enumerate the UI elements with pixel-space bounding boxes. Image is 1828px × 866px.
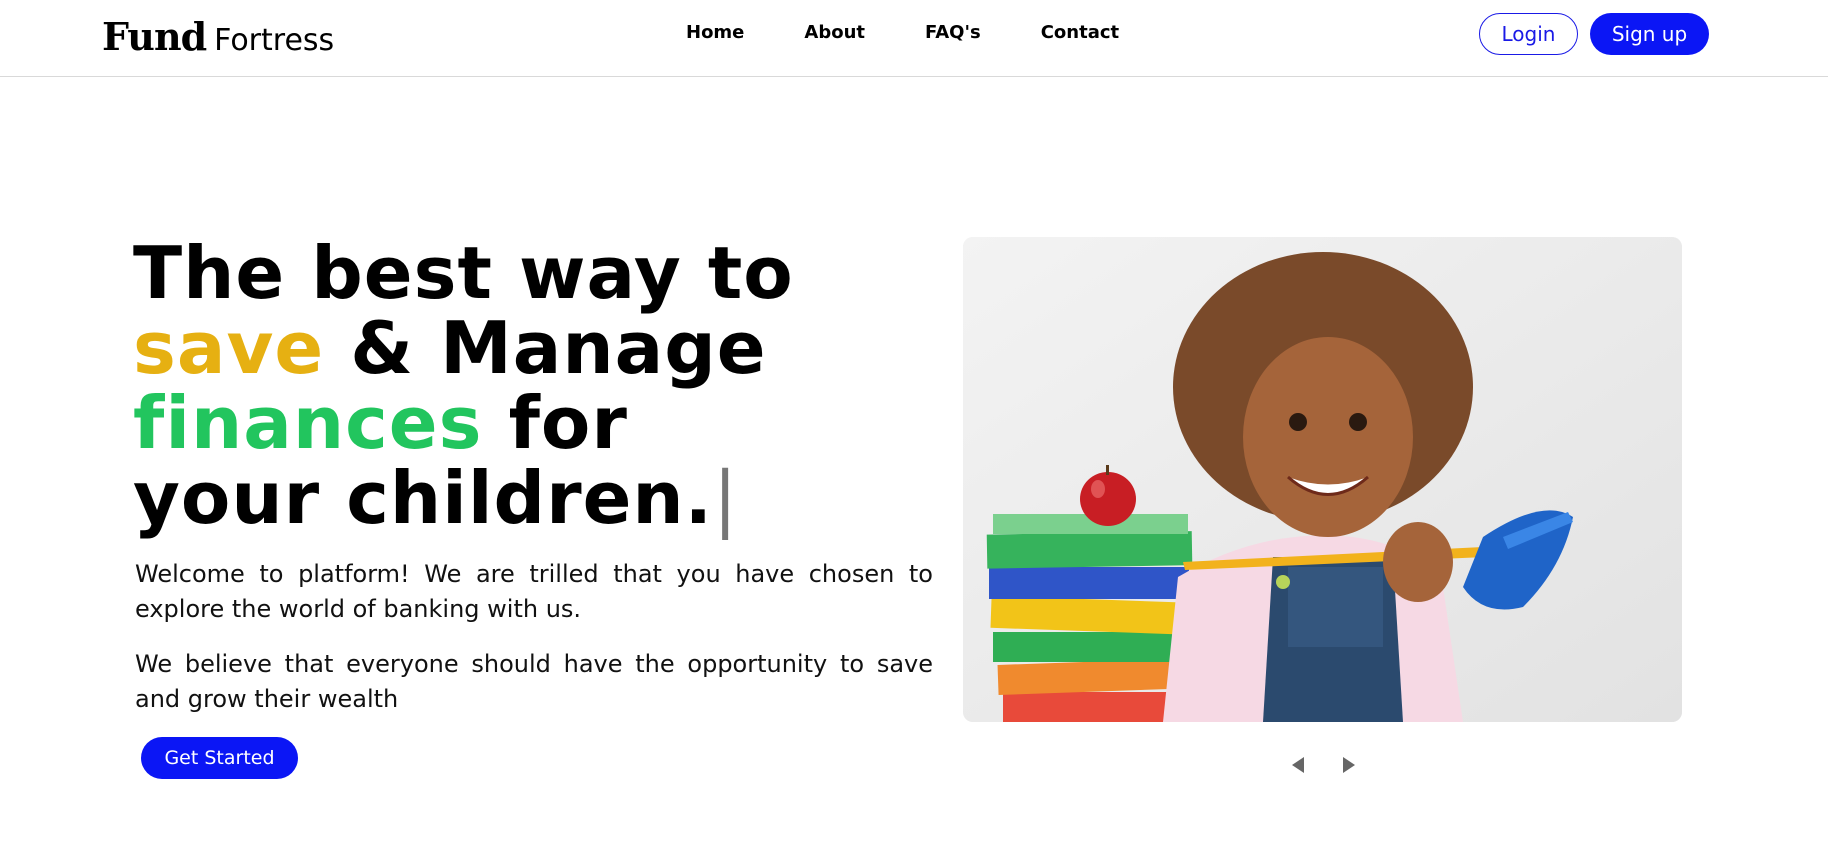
hero-illustration [963,237,1682,722]
headline-children-text: your children. [133,456,714,540]
hero-headline: The best way to save & Manage finances f… [133,236,953,536]
get-started-button[interactable]: Get Started [141,737,298,779]
headline-line-3: finances for [133,386,953,461]
navbar: Fund Fortress Home About FAQ's Contact Lo… [0,0,1828,77]
headline-save-word: save [133,306,325,390]
belief-paragraph: We believe that everyone should have the… [135,650,933,713]
caret-right-icon[interactable] [1339,754,1359,776]
logo[interactable]: Fund Fortress [102,14,334,59]
logo-light-text: Fortress [214,23,335,58]
nav-links: Home About FAQ's Contact [686,22,1119,43]
hero-image-child-with-books [963,237,1682,722]
headline-line-4: your children.| [133,461,953,536]
headline-finances-word: finances [133,381,483,465]
logo-bold-text: Fund [102,14,207,59]
welcome-paragraph: Welcome to platform! We are trilled that… [135,560,933,623]
nav-link-about[interactable]: About [804,22,865,43]
headline-line-1: The best way to [133,231,794,315]
nav-link-home[interactable]: Home [686,22,744,43]
signup-button[interactable]: Sign up [1590,13,1709,55]
nav-link-faqs[interactable]: FAQ's [925,22,981,43]
caret-left-icon[interactable] [1288,754,1308,776]
headline-for-text: for [508,381,628,465]
headline-manage-text: & Manage [350,306,767,390]
typing-cursor: | [713,456,739,540]
headline-line-2: save & Manage [133,311,953,386]
nav-link-contact[interactable]: Contact [1041,22,1119,43]
login-button[interactable]: Login [1479,13,1578,55]
